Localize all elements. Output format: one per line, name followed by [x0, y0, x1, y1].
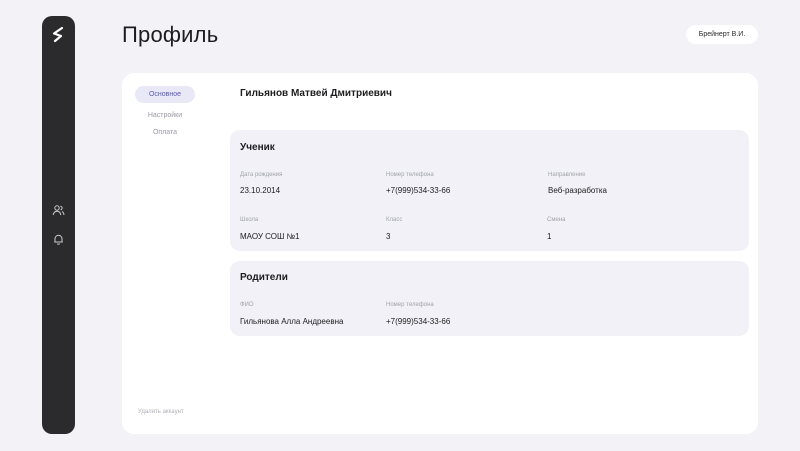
user-menu-button[interactable]: Брейнерт В.И.: [686, 25, 758, 44]
logo-icon[interactable]: [50, 26, 67, 43]
grade-label: Класс: [386, 217, 403, 223]
parent-phone-value: +7(999)534-33-66: [386, 317, 451, 326]
student-full-name: Гильянов Матвей Дмитриевич: [240, 88, 392, 99]
birth-date-value: 23.10.2014: [240, 186, 281, 195]
parent-name-label: ФИО: [240, 302, 254, 308]
tab-main[interactable]: Основное: [135, 86, 195, 103]
school-value: МАОУ СОШ №1: [240, 232, 300, 241]
parents-section-title: Родители: [240, 272, 288, 283]
phone-label: Номер телефона: [386, 172, 434, 178]
birth-date-label: Дата рождения: [240, 172, 283, 178]
users-icon[interactable]: [52, 204, 65, 217]
parents-section: Родители ФИО Гильянова Алла Андреевна Но…: [230, 261, 749, 336]
delete-account-link[interactable]: Удалить аккаунт: [138, 409, 184, 415]
page-title: Профиль: [122, 22, 219, 47]
parent-name-value: Гильянова Алла Андреевна: [240, 317, 344, 326]
shift-label: Смена: [547, 217, 566, 223]
student-section-title: Ученик: [240, 142, 275, 153]
sidebar-rail: [42, 16, 75, 434]
direction-value: Веб-разработка: [548, 186, 607, 195]
phone-value: +7(999)534-33-66: [386, 186, 451, 195]
school-label: Школа: [240, 217, 259, 223]
bell-icon[interactable]: [52, 233, 65, 246]
grade-value: 3: [386, 232, 391, 241]
student-section: Ученик Дата рождения 23.10.2014 Номер те…: [230, 130, 749, 251]
parent-phone-label: Номер телефона: [386, 302, 434, 308]
direction-label: Направление: [548, 172, 586, 178]
tab-settings[interactable]: Настройки: [135, 107, 195, 124]
profile-card: Основное Настройки Оплата Удалить аккаун…: [122, 73, 758, 434]
tab-payment[interactable]: Оплата: [135, 124, 195, 141]
shift-value: 1: [547, 232, 552, 241]
